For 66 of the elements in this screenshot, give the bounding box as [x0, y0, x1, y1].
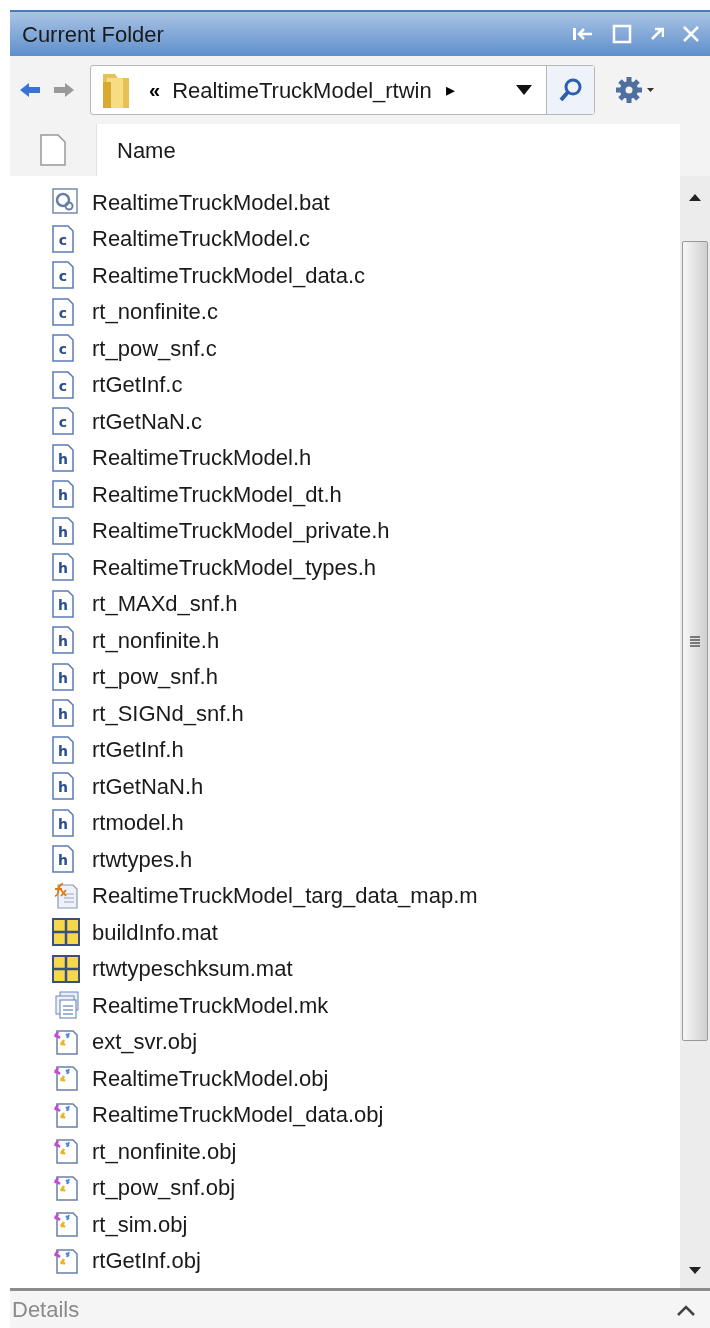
function-document-icon	[52, 881, 80, 910]
stacked-documents-icon	[52, 991, 80, 1020]
file-name[interactable]: rtGetInf.h	[92, 733, 184, 767]
file-name[interactable]: RealtimeTruckModel_targ_data_map.m	[92, 879, 478, 913]
object-file-icon	[52, 1137, 80, 1166]
expand-caret-icon[interactable]	[676, 1303, 696, 1316]
file-name[interactable]: ext_svr.obj	[92, 1025, 198, 1059]
file-name[interactable]: rt_pow_snf.obj	[92, 1171, 236, 1205]
grip-icon	[689, 635, 701, 647]
dropdown-arrow-icon[interactable]	[516, 85, 532, 95]
object-file-icon	[52, 1064, 80, 1093]
file-name[interactable]: rtGetNaN.c	[92, 404, 203, 438]
back-arrow-icon[interactable]	[18, 81, 42, 99]
file-name[interactable]: RealtimeTruckModel.c	[92, 222, 311, 256]
file-name[interactable]: rt_nonfinite.h	[92, 623, 220, 657]
file-name[interactable]: rt_nonfinite.obj	[92, 1134, 237, 1168]
scroll-down-icon[interactable]	[689, 1267, 701, 1274]
object-file-icon	[52, 1173, 80, 1202]
column-header[interactable]: Name	[96, 124, 680, 176]
address-bar[interactable]: « RealtimeTruckModel_rtwin ▸	[90, 65, 595, 115]
file-name[interactable]: RealtimeTruckModel.mk	[92, 988, 329, 1022]
breadcrumb-chevron[interactable]: «	[149, 75, 161, 105]
search-button[interactable]	[546, 66, 594, 114]
gear-document-icon	[52, 188, 80, 217]
dock-icon[interactable]	[572, 26, 594, 42]
file-name[interactable]: rt_nonfinite.c	[92, 295, 218, 329]
gear-icon[interactable]	[615, 76, 655, 104]
file-icon	[40, 134, 66, 166]
object-file-icon	[52, 1027, 80, 1056]
file-name[interactable]: rt_sim.obj	[92, 1207, 188, 1241]
search-icon	[557, 77, 584, 103]
file-name[interactable]: rt_MAXd_snf.h	[92, 587, 238, 621]
path-separator[interactable]: ▸	[445, 76, 455, 104]
grid-icon	[52, 954, 80, 983]
file-name[interactable]: rtwtypes.h	[92, 842, 193, 876]
file-name[interactable]: rt_pow_snf.h	[92, 660, 218, 694]
vertical-scrollbar[interactable]	[680, 176, 710, 1288]
file-name[interactable]: RealtimeTruckModel_data.obj	[92, 1098, 384, 1132]
file-name[interactable]: RealtimeTruckModel_data.c	[92, 258, 366, 292]
undock-arrow-icon[interactable]	[650, 27, 664, 41]
file-name[interactable]: rtGetInf.obj	[92, 1244, 201, 1278]
file-name[interactable]: rt_pow_snf.c	[92, 331, 217, 365]
file-name[interactable]: rtwtypeschksum.mat	[92, 952, 293, 986]
grid-icon	[52, 918, 80, 947]
file-name[interactable]: RealtimeTruckModel_dt.h	[92, 477, 342, 511]
file-name[interactable]: rt_SIGNd_snf.h	[92, 696, 244, 730]
file-name[interactable]: RealtimeTruckModel.obj	[92, 1061, 329, 1095]
details-label: Details	[12, 1296, 80, 1324]
object-file-icon	[52, 1210, 80, 1239]
file-name[interactable]: RealtimeTruckModel.h	[92, 441, 312, 475]
object-file-icon	[52, 1100, 80, 1129]
file-name[interactable]: rtmodel.h	[92, 806, 184, 840]
file-name[interactable]: rtGetInf.c	[92, 368, 183, 402]
file-name[interactable]: RealtimeTruckModel_private.h	[92, 514, 390, 548]
close-icon[interactable]	[682, 25, 700, 43]
scrollbar-thumb[interactable]	[682, 241, 708, 1041]
file-name[interactable]: RealtimeTruckModel.bat	[92, 185, 330, 219]
file-name[interactable]: rtGetNaN.h	[92, 769, 204, 803]
maximize-icon[interactable]	[612, 24, 632, 44]
panel-title: Current Folder	[22, 20, 164, 49]
file-name[interactable]: buildInfo.mat	[92, 915, 218, 949]
file-name[interactable]: RealtimeTruckModel_types.h	[92, 550, 377, 584]
forward-arrow-icon[interactable]	[52, 81, 76, 99]
scroll-up-icon[interactable]	[689, 194, 701, 201]
object-file-icon	[52, 1246, 80, 1275]
folder-path[interactable]: RealtimeTruckModel_rtwin	[172, 73, 432, 107]
